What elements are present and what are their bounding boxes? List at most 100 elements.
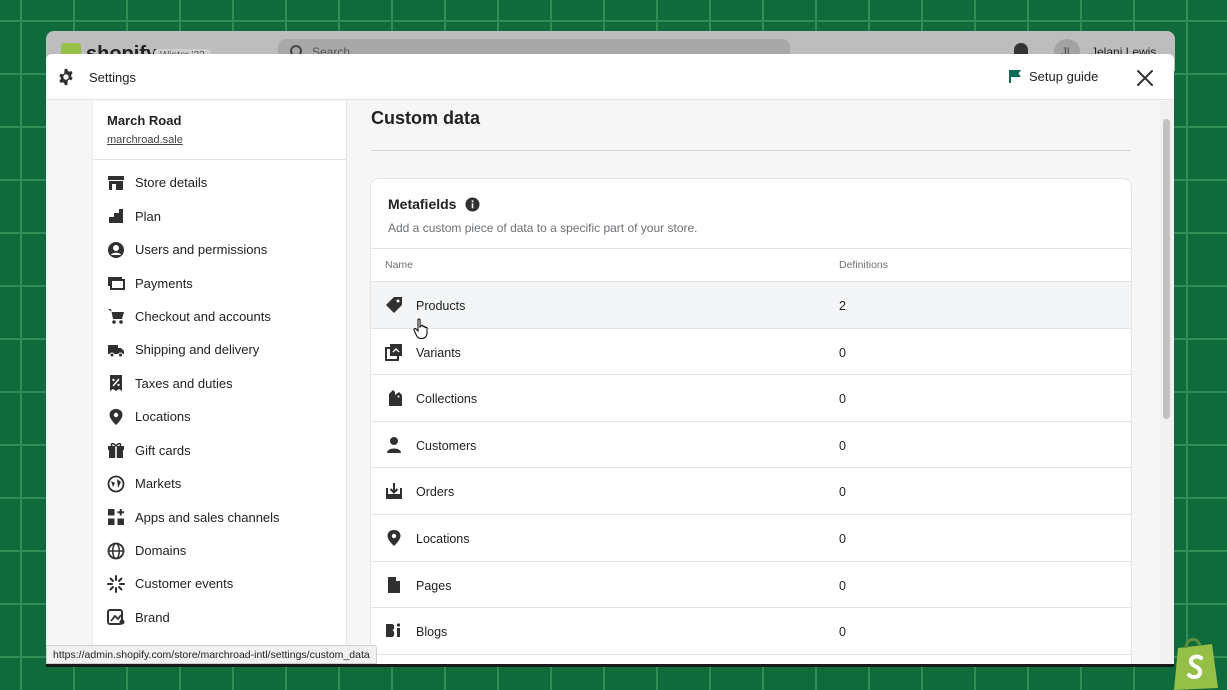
sidebar-item-label: Payments <box>135 275 193 291</box>
variants-icon <box>385 343 403 361</box>
table-row-pages[interactable]: Pages 0 <box>371 562 1131 609</box>
sidebar-item-plan[interactable]: Plan <box>93 199 346 232</box>
sidebar-item-payments[interactable]: Payments <box>93 266 346 299</box>
modal-header: Settings Setup guide <box>46 54 1174 100</box>
domain-globe-icon <box>107 542 125 560</box>
sidebar-item-checkout[interactable]: Checkout and accounts <box>93 300 346 333</box>
sidebar-item-label: Gift cards <box>135 442 191 458</box>
card-description: Add a custom piece of data to a specific… <box>388 221 698 235</box>
payments-icon <box>107 274 125 292</box>
blog-icon <box>385 622 403 640</box>
sidebar-item-shipping[interactable]: Shipping and delivery <box>93 333 346 366</box>
sidebar-item-label: Users and permissions <box>135 242 268 258</box>
table-row-orders[interactable]: Orders 0 <box>371 468 1131 515</box>
table-header: Name Definitions <box>371 249 1131 282</box>
table-row-variants[interactable]: Variants 0 <box>371 329 1131 376</box>
orders-icon <box>385 482 403 500</box>
table-row-customers[interactable]: Customers 0 <box>371 422 1131 469</box>
sidebar-item-domains[interactable]: Domains <box>93 534 346 567</box>
collections-icon <box>385 389 403 407</box>
user-icon <box>107 241 125 259</box>
close-icon[interactable] <box>1135 68 1155 88</box>
sidebar-item-label: Shipping and delivery <box>135 342 260 358</box>
truck-icon <box>107 341 125 359</box>
row-name: Products <box>416 299 466 313</box>
table-row-collections[interactable]: Collections 0 <box>371 375 1131 422</box>
sidebar-item-taxes[interactable]: Taxes and duties <box>93 367 346 400</box>
sidebar-item-label: Locations <box>135 409 191 425</box>
metafields-title: Metafields <box>388 196 457 212</box>
title-divider <box>371 150 1131 151</box>
row-count: 0 <box>839 345 846 360</box>
store-domain-link[interactable]: marchroad.sale <box>107 134 332 146</box>
globe-icon <box>107 475 125 493</box>
modal-bottom-edge <box>46 664 1174 667</box>
cart-icon <box>107 307 125 325</box>
row-count: 0 <box>839 438 846 453</box>
row-name: Blogs <box>416 625 448 640</box>
setup-guide-label: Setup guide <box>1029 69 1099 84</box>
row-count: 0 <box>839 625 846 640</box>
modal-title: Settings <box>89 70 136 85</box>
store-info: March Road marchroad.sale <box>93 101 346 160</box>
tax-icon <box>107 374 125 392</box>
column-header-name: Name <box>385 259 414 271</box>
row-name: Variants <box>416 345 461 360</box>
sidebar-item-gift-cards[interactable]: Gift cards <box>93 434 346 467</box>
card-header: Metafields Add a custom piece of data to… <box>371 179 1131 249</box>
gear-icon <box>59 68 73 86</box>
sidebar-item-label: Brand <box>135 609 170 625</box>
sidebar-item-label: Store details <box>135 175 208 191</box>
page-icon <box>385 576 403 594</box>
sidebar-item-label: Apps and sales channels <box>135 509 280 525</box>
sidebar-item-label: Taxes and duties <box>135 375 233 391</box>
card-title: Metafields <box>388 196 1114 212</box>
sidebar-item-store-details[interactable]: Store details <box>93 166 346 199</box>
customer-icon <box>385 436 403 454</box>
location-pin-icon <box>385 529 403 547</box>
sidebar-item-users[interactable]: Users and permissions <box>93 233 346 266</box>
link-status-url: https://admin.shopify.com/store/marchroa… <box>46 645 377 664</box>
events-icon <box>107 574 125 593</box>
sidebar-item-customer-events[interactable]: Customer events <box>93 567 346 600</box>
sidebar-item-brand[interactable]: Brand <box>93 601 346 634</box>
main-scrollbar[interactable] <box>1160 101 1174 664</box>
sidebar-item-locations[interactable]: Locations <box>93 400 346 433</box>
row-count: 2 <box>839 299 846 313</box>
sidebar-item-label: Domains <box>135 543 187 559</box>
row-count: 0 <box>839 485 846 500</box>
settings-sidebar: March Road marchroad.sale Store details … <box>92 101 347 664</box>
row-count: 0 <box>839 578 846 593</box>
main-content: Custom data Metafields Add a custom piec… <box>348 101 1160 664</box>
row-name: Customers <box>416 438 477 453</box>
table-row-blogs[interactable]: Blogs 0 <box>371 608 1131 655</box>
table-row-products[interactable]: Products 2 <box>371 282 1131 329</box>
brand-icon <box>107 608 125 626</box>
column-header-definitions: Definitions <box>839 259 889 271</box>
setup-guide-button[interactable]: Setup guide <box>1008 69 1098 84</box>
metafields-card: Metafields Add a custom piece of data to… <box>371 179 1131 664</box>
row-name: Orders <box>416 485 455 500</box>
sidebar-item-label: Customer events <box>135 576 234 592</box>
info-icon[interactable] <box>465 197 480 212</box>
plan-icon <box>107 207 125 225</box>
sidebar-item-label: Markets <box>135 476 182 492</box>
sidebar-item-apps[interactable]: Apps and sales channels <box>93 500 346 533</box>
settings-nav: Store details Plan Users and permissions… <box>93 160 346 634</box>
tag-icon <box>385 296 403 314</box>
gift-icon <box>107 441 125 459</box>
scrollbar-thumb[interactable] <box>1163 119 1170 419</box>
sidebar-item-label: Checkout and accounts <box>135 308 271 324</box>
store-icon <box>107 174 125 192</box>
settings-modal: Settings Setup guide March Road marchroa… <box>46 54 1174 664</box>
location-pin-icon <box>107 408 125 426</box>
table-row-locations[interactable]: Locations 0 <box>371 515 1131 562</box>
hand-cursor-icon <box>413 318 428 339</box>
flag-icon <box>1009 70 1021 83</box>
row-count: 0 <box>839 392 846 407</box>
sidebar-item-markets[interactable]: Markets <box>93 467 346 500</box>
shopify-bag-icon <box>1174 638 1218 690</box>
sidebar-item-label: Plan <box>135 208 162 224</box>
row-name: Pages <box>416 578 452 593</box>
row-name: Collections <box>416 392 478 407</box>
